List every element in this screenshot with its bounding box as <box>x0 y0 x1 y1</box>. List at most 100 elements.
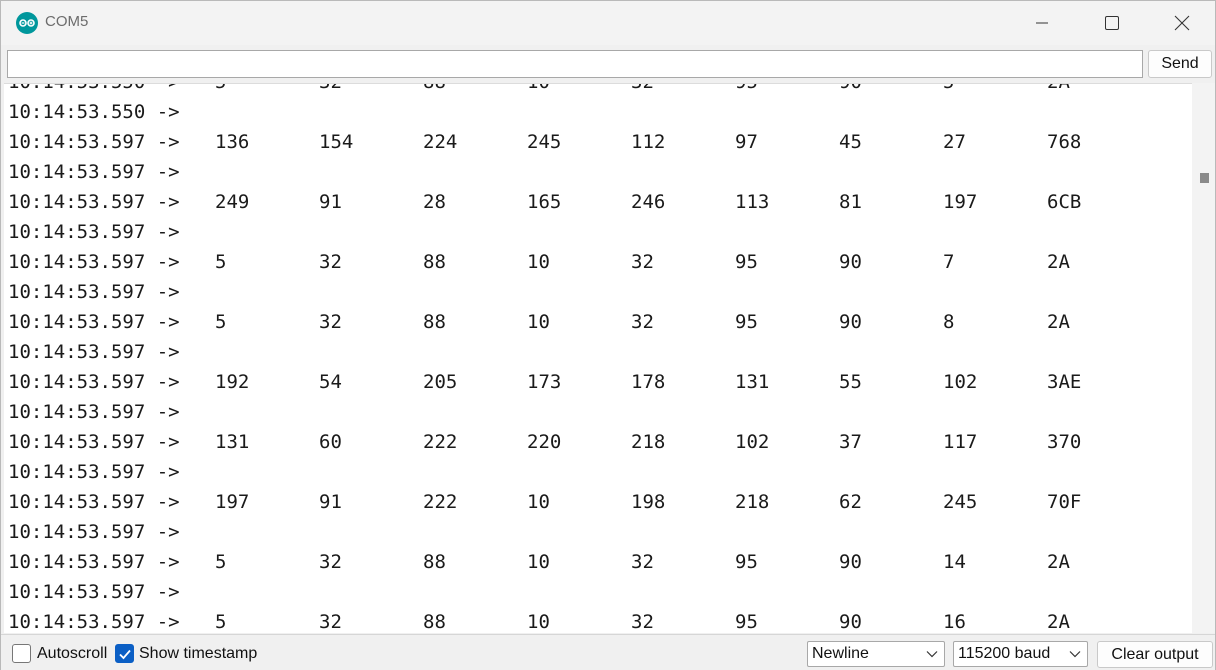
line-value: 2A <box>1047 551 1070 573</box>
line-timestamp: 10:14:53.597 -> <box>8 581 180 603</box>
line-value: 224 <box>423 131 458 153</box>
line-value: 32 <box>631 251 654 273</box>
line-value: 28 <box>423 191 446 213</box>
line-value: 768 <box>1047 131 1082 153</box>
show-timestamp-checkbox[interactable] <box>115 644 134 663</box>
line-timestamp: 10:14:53.597 -> <box>8 341 180 363</box>
close-button[interactable] <box>1147 1 1216 45</box>
chevron-down-icon <box>1069 651 1081 658</box>
line-value: 5 <box>215 251 227 273</box>
minimize-icon <box>1036 22 1048 24</box>
line-value: 154 <box>319 131 354 153</box>
line-value: 95 <box>735 251 758 273</box>
line-value: 14 <box>943 551 966 573</box>
line-value: 197 <box>943 191 978 213</box>
line-value: 62 <box>839 491 862 513</box>
autoscroll-label: Autoscroll <box>37 645 108 662</box>
autoscroll-checkbox[interactable] <box>12 644 31 663</box>
line-value: 32 <box>631 311 654 333</box>
bottom-toolbar: Autoscroll Show timestamp Newline 115200… <box>1 634 1215 670</box>
line-value: 198 <box>631 491 666 513</box>
close-icon <box>1174 15 1190 31</box>
line-value: 249 <box>215 191 250 213</box>
line-value: 246 <box>631 191 666 213</box>
line-value: 7 <box>943 251 955 273</box>
line-timestamp: 10:14:53.597 -> <box>8 311 180 333</box>
line-value: 90 <box>839 251 862 273</box>
line-value: 220 <box>527 431 562 453</box>
line-value: 16 <box>943 611 966 633</box>
line-value: 165 <box>527 191 562 213</box>
line-value: 91 <box>319 491 342 513</box>
line-timestamp: 10:14:53.597 -> <box>8 251 180 273</box>
line-timestamp: 10:14:53.597 -> <box>8 131 180 153</box>
line-value: 6CB <box>1047 191 1082 213</box>
line-value: 32 <box>319 551 342 573</box>
clear-output-button[interactable]: Clear output <box>1097 641 1213 668</box>
line-value: 32 <box>319 311 342 333</box>
minimize-button[interactable] <box>1007 1 1077 45</box>
title-bar: COM5 <box>1 1 1215 45</box>
line-value: 3AE <box>1047 371 1082 393</box>
line-value: 55 <box>839 371 862 393</box>
line-ending-select[interactable]: Newline <box>807 641 945 667</box>
output-scrollbar[interactable] <box>1192 83 1215 633</box>
line-value: 8 <box>943 311 955 333</box>
scrollbar-thumb[interactable] <box>1200 173 1209 183</box>
line-value: 197 <box>215 491 250 513</box>
line-timestamp: 10:14:53.550 -> <box>8 84 180 94</box>
line-value: 5 <box>215 551 227 573</box>
line-value: 222 <box>423 431 458 453</box>
line-value: 2A <box>1047 611 1070 633</box>
line-timestamp: 10:14:53.597 -> <box>8 491 180 513</box>
line-value: 27 <box>943 131 966 153</box>
line-value: 88 <box>423 551 446 573</box>
maximize-button[interactable] <box>1077 1 1147 45</box>
line-value: 136 <box>215 131 250 153</box>
line-value: 245 <box>943 491 978 513</box>
baud-rate-select[interactable]: 115200 baud <box>953 641 1088 667</box>
line-timestamp: 10:14:53.597 -> <box>8 281 180 303</box>
line-timestamp: 10:14:53.597 -> <box>8 191 180 213</box>
line-value: 192 <box>215 371 250 393</box>
line-value: 218 <box>631 431 666 453</box>
baud-rate-value: 115200 baud <box>958 645 1051 662</box>
line-value: 97 <box>735 131 758 153</box>
line-timestamp: 10:14:53.597 -> <box>8 611 180 633</box>
line-value: 95 <box>735 84 758 94</box>
line-timestamp: 10:14:53.597 -> <box>8 371 180 393</box>
line-value: 95 <box>735 551 758 573</box>
line-value: 32 <box>319 84 342 94</box>
line-value: 5 <box>215 311 227 333</box>
line-value: 88 <box>423 611 446 633</box>
line-value: 32 <box>319 251 342 273</box>
line-value: 37 <box>839 431 862 453</box>
line-value: 2A <box>1047 84 1070 94</box>
line-value: 10 <box>527 311 550 333</box>
serial-output[interactable]: 10:14:53.550 -> 5 32 88 10 32 95 90 5 2A 10:14:53.… <box>4 83 1192 633</box>
line-value: 54 <box>319 371 342 393</box>
line-timestamp: 10:14:53.597 -> <box>8 461 180 483</box>
line-timestamp: 10:14:53.550 -> <box>8 101 180 123</box>
line-value: 173 <box>527 371 562 393</box>
maximize-icon <box>1105 16 1119 30</box>
line-value: 95 <box>735 611 758 633</box>
send-input[interactable] <box>7 50 1143 78</box>
serial-monitor-window: COM5 Send 10:14:53.550 -> 5 32 88 10 32 95 90 5 2… <box>0 0 1216 670</box>
line-value: 2A <box>1047 311 1070 333</box>
line-value: 32 <box>631 611 654 633</box>
send-button[interactable]: Send <box>1148 50 1212 78</box>
line-value: 88 <box>423 84 446 94</box>
line-value: 32 <box>631 551 654 573</box>
line-value: 178 <box>631 371 666 393</box>
line-value: 95 <box>735 311 758 333</box>
line-value: 90 <box>839 84 862 94</box>
line-value: 10 <box>527 551 550 573</box>
line-value: 60 <box>319 431 342 453</box>
checkmark-icon <box>119 649 131 660</box>
line-value: 245 <box>527 131 562 153</box>
line-value: 370 <box>1047 431 1082 453</box>
line-value: 90 <box>839 311 862 333</box>
line-value: 131 <box>735 371 770 393</box>
line-timestamp: 10:14:53.597 -> <box>8 221 180 243</box>
